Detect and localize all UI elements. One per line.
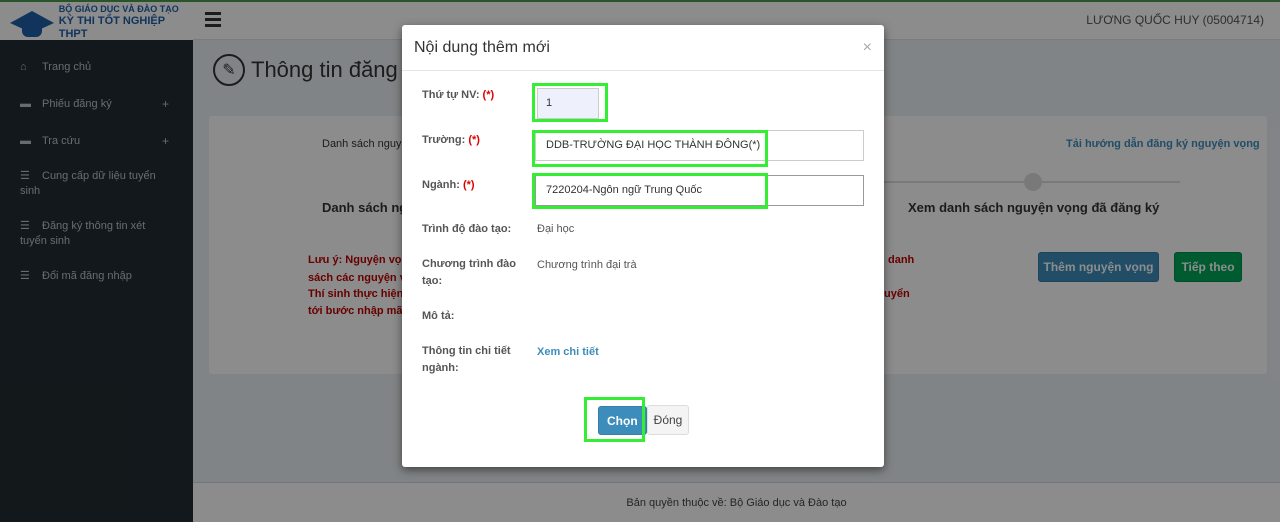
description-label: Mô tả: bbox=[422, 310, 455, 322]
school-label: Trường: (*) bbox=[422, 134, 480, 146]
detail-label: Thông tin chi tiết ngành: bbox=[422, 345, 511, 374]
major-label: Ngành: (*) bbox=[422, 179, 475, 191]
required-mark: (*) bbox=[468, 134, 480, 146]
view-detail-link[interactable]: Xem chi tiết bbox=[537, 346, 599, 358]
school-select[interactable]: DDB-TRƯỜNG ĐẠI HỌC THÀNH ĐÔNG(*) bbox=[535, 130, 864, 161]
program-value: Chương trình đại trà bbox=[537, 259, 637, 271]
required-mark: (*) bbox=[482, 89, 495, 101]
level-value: Đại học bbox=[537, 223, 575, 235]
major-select[interactable]: 7220204-Ngôn ngữ Trung Quốc bbox=[535, 175, 864, 206]
close-icon[interactable]: × bbox=[863, 39, 872, 57]
required-mark: (*) bbox=[462, 179, 475, 191]
order-number-input[interactable]: 1 bbox=[537, 88, 599, 119]
order-label: Thứ tự NV: (*) bbox=[422, 89, 495, 101]
close-button[interactable]: Đóng bbox=[647, 405, 689, 435]
choose-button[interactable]: Chọn bbox=[598, 406, 647, 435]
level-label: Trình độ đào tạo: bbox=[422, 223, 512, 235]
add-new-modal: Nội dung thêm mới × Thứ tự NV: (*) 1 Trư… bbox=[402, 25, 884, 467]
modal-header: Nội dung thêm mới × bbox=[402, 25, 884, 71]
modal-title: Nội dung thêm mới bbox=[414, 39, 550, 56]
program-label: Chương trình đào tạo: bbox=[422, 258, 516, 287]
